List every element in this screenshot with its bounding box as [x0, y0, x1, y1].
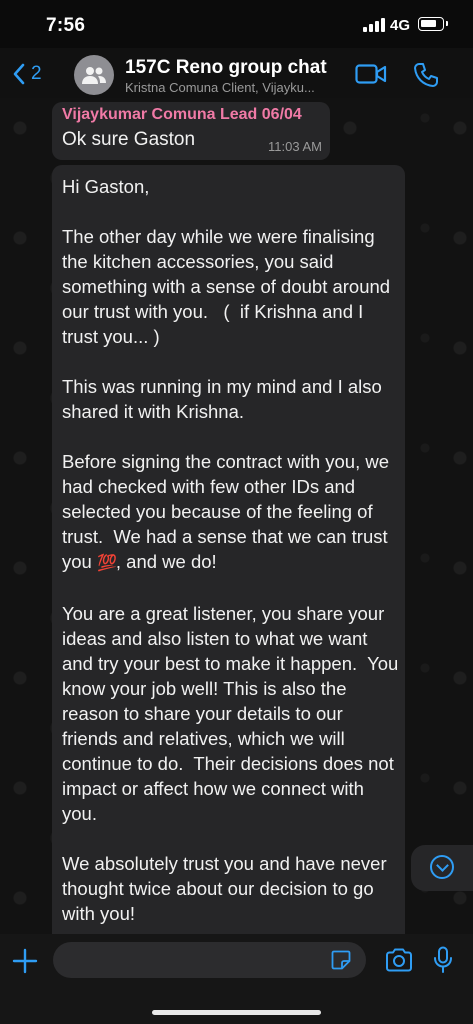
chat-title[interactable]: 157C Reno group chat [125, 57, 327, 79]
scroll-to-bottom-button[interactable] [411, 845, 473, 891]
hundred-points-emoji: 💯 [96, 555, 117, 572]
phone-icon[interactable] [413, 62, 439, 88]
chat-subtitle[interactable]: Kristna Comuna Client, Vijayku... [125, 80, 315, 95]
message-text-part: Hi Gaston, The other day while we were f… [62, 176, 391, 572]
message-text: Ok sure Gaston [62, 129, 196, 150]
camera-icon[interactable] [385, 948, 413, 972]
back-button[interactable]: 2 [12, 60, 52, 88]
message-text-part: , and we do! You are a great listener, y… [62, 551, 399, 924]
sender-name: Vijaykumar Comuna Lead 06/04 [62, 106, 302, 123]
message-bubble[interactable]: Vijaykumar Comuna Lead 06/04 Ok sure Gas… [52, 102, 330, 160]
sticker-icon[interactable] [331, 950, 351, 970]
home-indicator [152, 1010, 321, 1015]
message-composer [0, 934, 473, 1024]
status-bar: 7:56 4G [0, 0, 473, 48]
message-input[interactable] [53, 942, 366, 978]
signal-icon [363, 18, 385, 32]
group-avatar-icon [82, 67, 106, 84]
message-timestamp: 11:03 AM [268, 139, 322, 154]
microphone-icon[interactable] [433, 946, 453, 974]
chat-header: 2 157C Reno group chat Kristna Comuna Cl… [0, 48, 473, 98]
back-chevron-icon [13, 63, 25, 85]
unread-count: 2 [31, 63, 42, 84]
network-type: 4G [390, 17, 411, 34]
status-time: 7:56 [46, 15, 86, 36]
video-call-icon[interactable] [355, 63, 387, 85]
message-text: Hi Gaston, The other day while we were f… [62, 174, 400, 926]
group-avatar[interactable] [74, 55, 114, 95]
plus-icon[interactable] [12, 948, 38, 974]
chevron-down-icon [430, 855, 454, 879]
message-bubble[interactable]: Hi Gaston, The other day while we were f… [52, 165, 405, 955]
battery-icon [418, 17, 448, 31]
